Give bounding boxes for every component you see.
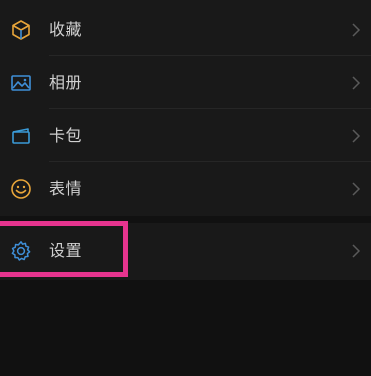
menu-item-album[interactable]: 相册 bbox=[0, 56, 371, 110]
menu-item-favorites[interactable]: 收藏 bbox=[0, 3, 371, 57]
menu-item-label: 相册 bbox=[49, 73, 83, 92]
menu-item-label: 设置 bbox=[49, 241, 83, 260]
photo-icon bbox=[10, 72, 32, 94]
card-icon bbox=[10, 125, 32, 147]
gear-icon bbox=[10, 240, 32, 262]
menu-item-settings[interactable]: 设置 bbox=[0, 224, 371, 278]
chevron-right-icon bbox=[351, 76, 361, 90]
menu-item-label: 卡包 bbox=[49, 126, 83, 145]
menu-group-settings: 设置 bbox=[0, 223, 371, 280]
menu-item-label: 表情 bbox=[49, 179, 83, 198]
cube-icon bbox=[10, 19, 32, 41]
chevron-right-icon bbox=[351, 129, 361, 143]
menu-item-stickers[interactable]: 表情 bbox=[0, 162, 371, 216]
menu-group-main: 收藏 相册 卡包 表情 bbox=[0, 0, 371, 216]
chevron-right-icon bbox=[351, 23, 361, 37]
menu-item-cards[interactable]: 卡包 bbox=[0, 109, 371, 163]
menu-item-label: 收藏 bbox=[49, 20, 83, 39]
me-menu-screen: 收藏 相册 卡包 表情 设置 bbox=[0, 0, 371, 376]
chevron-right-icon bbox=[351, 182, 361, 196]
smiley-icon bbox=[10, 178, 32, 200]
chevron-right-icon bbox=[351, 244, 361, 258]
